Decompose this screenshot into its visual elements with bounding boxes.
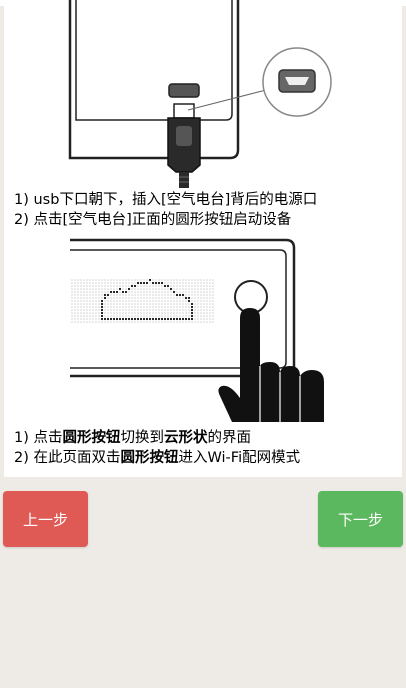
step-b-line-2-bold-round-button: 圆形按钮 [120, 450, 179, 466]
step-b-line-1-bold-round-button: 圆形按钮 [62, 430, 121, 446]
step-b-line-1-prefix: 1) 点击 [14, 430, 63, 446]
step-b-line-2-suffix: 进入Wi-Fi配网模式 [178, 450, 301, 466]
step-a-instructions: 1) usb下口朝下，插入[空气电台]背后的电源口 2) 点击[空气电台]正面的… [14, 190, 398, 230]
step-a-line-1: 1) usb下口朝下，插入[空气电台]背后的电源口 [14, 192, 318, 208]
previous-step-button[interactable]: 上一步 [3, 491, 88, 547]
device-front-illustration [70, 238, 324, 422]
step-b-line-1-suffix: 的界面 [207, 430, 252, 446]
step-b-instructions: 1) 点击圆形按钮切换到云形状的界面 2) 在此页面双击圆形按钮进入Wi-Fi配… [14, 428, 398, 468]
step-b-line-2: 2) 在此页面双击圆形按钮进入Wi-Fi配网模式 [14, 448, 398, 468]
step-b-line-2-prefix: 2) 在此页面双击 [14, 450, 121, 466]
instruction-card: 1) usb下口朝下，插入[空气电台]背后的电源口 2) 点击[空气电台]正面的… [4, 0, 402, 477]
step-b-line-1: 1) 点击圆形按钮切换到云形状的界面 [14, 428, 398, 448]
next-step-button[interactable]: 下一步 [318, 491, 403, 547]
usb-plug-illustration [68, 0, 332, 188]
finger-press-illustration [218, 308, 324, 422]
micro-usb-port-icon [262, 47, 332, 117]
step-a-line-2: 2) 点击[空气电台]正面的圆形按钮启动设备 [14, 212, 292, 228]
step-b-line-1-mid: 切换到 [120, 430, 165, 446]
step-b-line-1-bold-cloud: 云形状 [164, 430, 208, 446]
